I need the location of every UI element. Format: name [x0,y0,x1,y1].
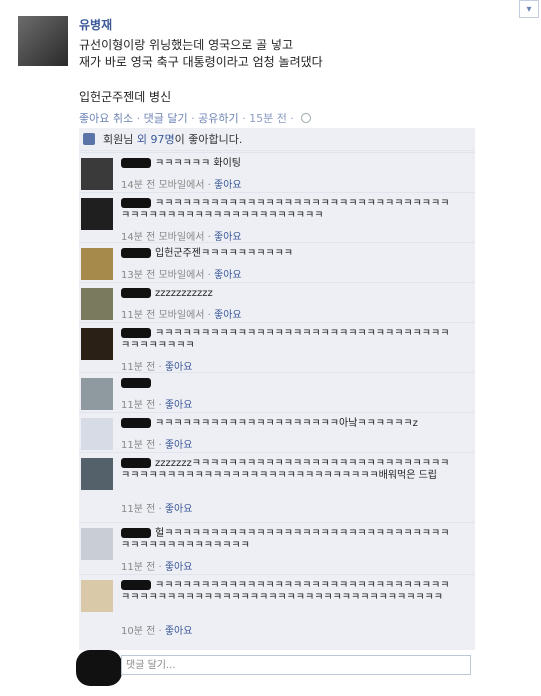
avatar[interactable] [81,248,113,280]
comment-time: 11분 전 [121,504,156,515]
comment-like-link[interactable]: 좋아요 [214,270,242,281]
avatar[interactable] [81,458,113,490]
redacted-name[interactable] [121,248,151,258]
comment-time: 14분 전 모바일에서 [121,180,205,191]
comment-time: 11분 전 모바일에서 [121,310,205,321]
likes-others-link[interactable]: 외 97명 [137,131,175,147]
comment-like-link[interactable]: 좋아요 [214,310,242,321]
comment: ㅋㅋㅋㅋㅋㅋ 화이팅 14분 전 모바일에서 · 좋아요 [79,152,475,193]
comment-text: 입헌군주젠ㅋㅋㅋㅋㅋㅋㅋㅋㅋㅋ [155,248,293,259]
redacted-name[interactable] [121,418,151,428]
post-author[interactable]: 유병재 [79,16,112,33]
comment: ㅋㅋㅋㅋㅋㅋㅋㅋㅋㅋㅋㅋㅋㅋㅋㅋㅋㅋㅋㅋㅋㅋㅋㅋㅋㅋㅋㅋㅋㅋㅋㅋㅋㅋㅋㅋㅋㅋㅋㅋ… [79,574,475,641]
comment-text: ㅋㅋㅋㅋㅋㅋㅋㅋㅋㅋㅋㅋㅋㅋㅋㅋㅋㅋㅋㅋ아낰ㅋㅋㅋㅋㅋㅋz [155,418,418,429]
comment-like-link[interactable]: 좋아요 [165,440,193,451]
comment-like-link[interactable]: 좋아요 [165,400,193,411]
comment-time: 11분 전 [121,562,156,573]
post-actions: 좋아요 취소 · 댓글 달기 · 공유하기 · 15분 전 · [79,110,312,126]
avatar[interactable] [81,580,113,612]
thumbs-up-icon [83,133,95,145]
avatar[interactable] [18,16,68,66]
avatar[interactable] [81,288,113,320]
redacted-avatar [76,650,122,686]
comment: ㅋㅋㅋㅋㅋㅋㅋㅋㅋㅋㅋㅋㅋㅋㅋㅋㅋㅋㅋㅋ아낰ㅋㅋㅋㅋㅋㅋz 11분 전 · 좋아… [79,412,475,453]
redacted-name[interactable] [121,288,151,298]
comment-time: 13분 전 모바일에서 [121,270,205,281]
comments-panel: 회원님 외 97명 이 좋아합니다. ㅋㅋㅋㅋㅋㅋ 화이팅 14분 전 모바일에… [79,128,475,650]
redacted-name[interactable] [121,328,151,338]
comment-link[interactable]: 댓글 달기 [144,112,188,125]
comment: 입헌군주젠ㅋㅋㅋㅋㅋㅋㅋㅋㅋㅋ 13분 전 모바일에서 · 좋아요 [79,242,475,283]
redacted-name[interactable] [121,580,151,590]
comment-time: 11분 전 [121,440,156,451]
redacted-name[interactable] [121,528,151,538]
comment: 헐ㅋㅋㅋㅋㅋㅋㅋㅋㅋㅋㅋㅋㅋㅋㅋㅋㅋㅋㅋㅋㅋㅋㅋㅋㅋㅋㅋㅋㅋㅋㅋㅋㅋㅋㅋㅋㅋㅋㅋ… [79,522,475,575]
comment-text: ㅋㅋㅋㅋㅋㅋ 화이팅 [155,158,241,169]
avatar[interactable] [81,198,113,230]
comment-text: zzzzzzzzzzz [155,288,213,299]
comment-text: zzzzzzzㅋㅋㅋㅋㅋㅋㅋㅋㅋㅋㅋㅋㅋㅋㅋㅋㅋㅋㅋㅋㅋㅋㅋㅋㅋㅋㅋㅋㅋㅋㅋㅋㅋ… [121,458,450,481]
comment-text: ㅋㅋㅋㅋㅋㅋㅋㅋㅋㅋㅋㅋㅋㅋㅋㅋㅋㅋㅋㅋㅋㅋㅋㅋㅋㅋㅋㅋㅋㅋㅋㅋㅋㅋㅋㅋㅋㅋㅋㅋ… [121,580,450,603]
likes-row: 회원님 외 97명 이 좋아합니다. [79,128,475,151]
post-time[interactable]: 15분 전 [249,112,287,125]
comment: 11분 전 · 좋아요 [79,372,475,413]
globe-icon [301,113,312,123]
comment-input[interactable]: 댓글 달기... [121,655,471,675]
comment-text: ㅋㅋㅋㅋㅋㅋㅋㅋㅋㅋㅋㅋㅋㅋㅋㅋㅋㅋㅋㅋㅋㅋㅋㅋㅋㅋㅋㅋㅋㅋㅋㅋㅋㅋㅋㅋㅋㅋㅋㅋ [121,328,450,351]
comment: zzzzzzzzzzz 11분 전 모바일에서 · 좋아요 [79,282,475,323]
redacted-name[interactable] [121,158,151,168]
comment-time: 11분 전 [121,400,156,411]
likes-suffix: 이 좋아합니다. [174,133,243,146]
likes-you: 회원님 [103,133,134,146]
redacted-name[interactable] [121,378,151,388]
unlike-link[interactable]: 좋아요 취소 [79,112,133,125]
avatar[interactable] [81,378,113,410]
comment-text: ㅋㅋㅋㅋㅋㅋㅋㅋㅋㅋㅋㅋㅋㅋㅋㅋㅋㅋㅋㅋㅋㅋㅋㅋㅋㅋㅋㅋㅋㅋㅋㅋㅋㅋㅋㅋㅋㅋㅋㅋ… [121,198,450,221]
comment: ㅋㅋㅋㅋㅋㅋㅋㅋㅋㅋㅋㅋㅋㅋㅋㅋㅋㅋㅋㅋㅋㅋㅋㅋㅋㅋㅋㅋㅋㅋㅋㅋㅋㅋㅋㅋㅋㅋㅋㅋ… [79,192,475,243]
chevron-down-icon[interactable]: ▾ [519,0,539,18]
comment-text: 헐ㅋㅋㅋㅋㅋㅋㅋㅋㅋㅋㅋㅋㅋㅋㅋㅋㅋㅋㅋㅋㅋㅋㅋㅋㅋㅋㅋㅋㅋㅋㅋㅋㅋㅋㅋㅋㅋㅋㅋ… [121,528,450,551]
post-body-2: 입헌군주젠데 병신 [79,90,172,104]
avatar[interactable] [81,328,113,360]
comment: ㅋㅋㅋㅋㅋㅋㅋㅋㅋㅋㅋㅋㅋㅋㅋㅋㅋㅋㅋㅋㅋㅋㅋㅋㅋㅋㅋㅋㅋㅋㅋㅋㅋㅋㅋㅋㅋㅋㅋㅋ… [79,322,475,373]
post-body: 규선이형이랑 위닝했는데 영국으로 골 넣고 재가 바로 영국 축구 대통령이라… [79,38,323,69]
comment-like-link[interactable]: 좋아요 [165,626,193,637]
avatar[interactable] [81,418,113,450]
comment-like-link[interactable]: 좋아요 [165,504,193,515]
share-link[interactable]: 공유하기 [198,112,238,125]
comment-like-link[interactable]: 좋아요 [214,180,242,191]
comment: zzzzzzzㅋㅋㅋㅋㅋㅋㅋㅋㅋㅋㅋㅋㅋㅋㅋㅋㅋㅋㅋㅋㅋㅋㅋㅋㅋㅋㅋㅋㅋㅋㅋㅋㅋ… [79,452,475,523]
comment-time: 10분 전 [121,626,156,637]
comment-like-link[interactable]: 좋아요 [165,562,193,573]
avatar[interactable] [81,158,113,190]
avatar[interactable] [81,528,113,560]
redacted-name[interactable] [121,458,151,468]
redacted-name[interactable] [121,198,151,208]
